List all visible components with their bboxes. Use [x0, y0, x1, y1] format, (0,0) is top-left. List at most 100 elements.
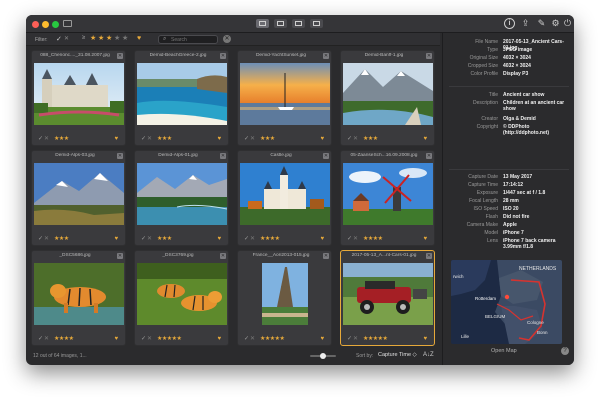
thumbnail-card[interactable]: Demid-Banff-1.jpg ✕ ✓ ✕ ★★★ ♥ [340, 50, 435, 146]
share-icon[interactable]: ⇪ [520, 18, 531, 29]
heart-icon[interactable]: ♥ [217, 235, 221, 243]
reject-icon[interactable]: ✕ [44, 335, 49, 343]
reject-icon[interactable]: ✕ [44, 235, 49, 243]
thumbnail-card[interactable]: France__Aori2013-015.jpg ✕ ✓ ✕ ★★★★★ ♥ [237, 250, 332, 346]
reject-icon[interactable]: ✕ [353, 135, 358, 143]
star-rating[interactable]: ★★★ [54, 135, 69, 143]
heart-icon[interactable]: ♥ [423, 135, 427, 143]
reject-icon[interactable]: ✕ [353, 335, 358, 343]
single-view-button[interactable] [292, 19, 305, 28]
location-map[interactable]: NETHERLANDS rwich Rotterdam BELGIUM Lill… [451, 260, 562, 344]
thumbnail-card[interactable]: Demid-BeachGreece-2.jpg ✕ ✓ ✕ ★★★ ♥ [134, 50, 229, 146]
heart-icon[interactable]: ♥ [114, 135, 118, 143]
reject-icon[interactable]: ✕ [250, 335, 255, 343]
rating-comparator[interactable]: ≥ [82, 35, 85, 41]
thumbnail-card[interactable]: 088_Chenonc...._31.08.2007.jpg ✕ ✓ ✕ ★★★ ♥ [31, 50, 126, 146]
search-input[interactable] [171, 37, 215, 43]
thumbnail-card[interactable]: 05-ZaanseSch...16.09.2008.jpg ✕ ✓ ✕ ★★★★ ♥ [340, 150, 435, 246]
check-icon[interactable]: ✓ [347, 135, 352, 143]
zoom-window-button[interactable] [52, 21, 59, 28]
open-map-button[interactable]: Open Map [491, 348, 517, 354]
thumbnail-card-selected[interactable]: 2017-05-13_A...nt-Cars-01.jpg ✕ ✓ ✕ ★★★★★ ♥ [340, 250, 435, 346]
check-icon[interactable]: ✓ [38, 235, 43, 243]
filter-star-1[interactable]: ★ [90, 35, 96, 43]
thumbnail-close-icon[interactable]: ✕ [323, 53, 329, 59]
close-window-button[interactable] [32, 21, 39, 28]
grid-view-button[interactable] [256, 19, 269, 28]
sort-direction-icon[interactable]: A↓Z [423, 352, 434, 358]
heart-icon[interactable]: ♥ [423, 335, 427, 343]
sidebar-toggle-icon[interactable] [63, 20, 72, 27]
heart-icon[interactable]: ♥ [320, 235, 324, 243]
reject-icon[interactable]: ✕ [147, 135, 152, 143]
filmstrip-view-button[interactable] [274, 19, 287, 28]
thumbnail-close-icon[interactable]: ✕ [426, 253, 432, 259]
thumbnail-close-icon[interactable]: ✕ [220, 53, 226, 59]
reject-icon[interactable]: ✕ [147, 235, 152, 243]
check-filter-icon[interactable]: ✓ [56, 35, 62, 43]
reject-icon[interactable]: ✕ [147, 335, 152, 343]
heart-icon[interactable]: ♥ [114, 335, 118, 343]
star-rating[interactable]: ★★★★ [260, 235, 280, 243]
star-rating[interactable]: ★★★ [157, 235, 172, 243]
check-icon[interactable]: ✓ [244, 235, 249, 243]
star-rating[interactable]: ★★★ [260, 135, 275, 143]
heart-icon[interactable]: ♥ [320, 335, 324, 343]
star-rating[interactable]: ★★★ [157, 135, 172, 143]
star-rating[interactable]: ★★★★★ [363, 335, 388, 343]
heart-icon[interactable]: ♥ [217, 135, 221, 143]
thumbnail-close-icon[interactable]: ✕ [117, 53, 123, 59]
check-icon[interactable]: ✓ [141, 335, 146, 343]
minimize-window-button[interactable] [42, 21, 49, 28]
clear-filter-button[interactable]: ✕ [223, 35, 231, 43]
compare-view-button[interactable] [310, 19, 323, 28]
check-icon[interactable]: ✓ [244, 335, 249, 343]
star-rating[interactable]: ★★★ [363, 135, 378, 143]
heart-icon[interactable]: ♥ [114, 235, 118, 243]
star-rating[interactable]: ★★★★ [363, 235, 383, 243]
thumbnail-card[interactable]: Demid-Alps-01.jpg ✕ ✓ ✕ ★★★ ♥ [134, 150, 229, 246]
adjust-icon[interactable]: ⚙ [550, 18, 561, 29]
reject-icon[interactable]: ✕ [250, 235, 255, 243]
thumbnail-close-icon[interactable]: ✕ [220, 153, 226, 159]
thumbnail-close-icon[interactable]: ✕ [426, 153, 432, 159]
tools-icon[interactable]: ✎ [536, 18, 547, 29]
check-icon[interactable]: ✓ [347, 235, 352, 243]
thumbnail-size-slider[interactable] [310, 353, 336, 359]
thumbnail-card[interactable]: _DSC3769.jpg ✕ ✓ ✕ ★★★★★ ♥ [134, 250, 229, 346]
check-icon[interactable]: ✓ [347, 335, 352, 343]
thumbnail-close-icon[interactable]: ✕ [426, 53, 432, 59]
reject-icon[interactable]: ✕ [353, 235, 358, 243]
star-rating[interactable]: ★★★★ [54, 335, 74, 343]
star-rating[interactable]: ★★★★★ [260, 335, 285, 343]
thumbnail-close-icon[interactable]: ✕ [117, 153, 123, 159]
reject-filter-icon[interactable]: ✕ [64, 35, 69, 42]
thumbnail-card[interactable]: _DSC5686.jpg ✕ ✓ ✕ ★★★★ ♥ [31, 250, 126, 346]
thumbnail-close-icon[interactable]: ✕ [220, 253, 226, 259]
thumbnail-card[interactable]: Demid-YachtSunset.jpg ✕ ✓ ✕ ★★★ ♥ [237, 50, 332, 146]
thumbnail-card[interactable]: Demid-Alps-03.jpg ✕ ✓ ✕ ★★★ ♥ [31, 150, 126, 246]
filter-star-3[interactable]: ★ [106, 35, 112, 43]
thumbnail-card[interactable]: Castle.jpg ✕ ✓ ✕ ★★★★ ♥ [237, 150, 332, 246]
search-field[interactable]: ⌕ [158, 35, 218, 44]
check-icon[interactable]: ✓ [244, 135, 249, 143]
reject-icon[interactable]: ✕ [250, 135, 255, 143]
check-icon[interactable]: ✓ [38, 135, 43, 143]
heart-filter-icon[interactable]: ♥ [137, 35, 141, 42]
check-icon[interactable]: ✓ [141, 235, 146, 243]
heart-icon[interactable]: ♥ [320, 135, 324, 143]
check-icon[interactable]: ✓ [38, 335, 43, 343]
filter-star-4[interactable]: ★ [114, 35, 120, 43]
sort-dropdown[interactable]: Capture Time ◇ [378, 352, 417, 358]
star-rating[interactable]: ★★★★★ [157, 335, 182, 343]
reject-icon[interactable]: ✕ [44, 135, 49, 143]
heart-icon[interactable]: ♥ [217, 335, 221, 343]
power-icon[interactable]: ⏻ [562, 18, 573, 29]
filter-star-2[interactable]: ★ [98, 35, 104, 43]
help-button[interactable]: ? [561, 347, 569, 355]
filter-star-5[interactable]: ★ [122, 35, 128, 43]
thumbnail-close-icon[interactable]: ✕ [323, 253, 329, 259]
slider-knob[interactable] [320, 353, 326, 359]
heart-icon[interactable]: ♥ [423, 235, 427, 243]
info-icon[interactable]: i [504, 18, 515, 29]
